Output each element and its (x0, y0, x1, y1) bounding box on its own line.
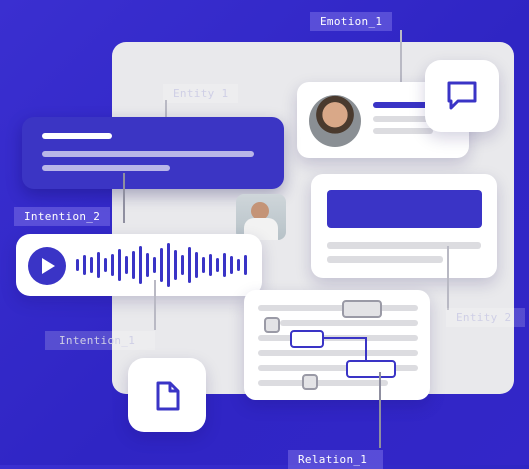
tag-intention-2: Intention_2 (14, 207, 111, 226)
relation-node-target[interactable] (346, 360, 396, 378)
relation-card[interactable] (244, 290, 430, 400)
content-line-1 (327, 242, 481, 249)
audio-card[interactable] (16, 234, 262, 296)
entity-2-connector (447, 246, 449, 310)
intention-2-connector (123, 173, 125, 223)
tag-entity-1: Entity 1 (163, 84, 239, 103)
document-card[interactable] (128, 358, 206, 432)
relation-node-source[interactable] (290, 330, 324, 348)
intention-1-connector (154, 280, 156, 330)
tag-intention-1: Intention_1 (45, 331, 156, 350)
content-card-block (327, 190, 482, 228)
dark-card-line-1 (42, 151, 254, 157)
tag-emotion-1: Emotion_1 (310, 12, 393, 31)
tag-relation-1: Relation_1 (288, 450, 384, 469)
content-card[interactable] (311, 174, 497, 278)
profile-line-2 (373, 128, 433, 134)
document-icon (156, 381, 180, 411)
relation-node-top[interactable] (342, 300, 382, 318)
dark-card-title (42, 133, 112, 139)
dark-card-line-2 (42, 165, 170, 171)
audio-waveform (74, 234, 254, 296)
relation-line-2 (280, 320, 418, 326)
content-line-2 (327, 256, 443, 263)
chat-bubble-icon (447, 81, 477, 110)
relation-node-small-1[interactable] (264, 317, 280, 333)
text-card-dark[interactable] (22, 117, 284, 189)
avatar-man (309, 95, 361, 147)
play-icon (42, 258, 55, 274)
relation-node-small-2[interactable] (302, 374, 318, 390)
play-button[interactable] (28, 247, 66, 285)
relation-line-1 (258, 305, 418, 311)
profile-name-bar (373, 102, 429, 108)
relation-line-6 (258, 380, 388, 386)
relation-connector (379, 372, 381, 448)
chat-card[interactable] (425, 60, 499, 132)
tag-entity-2: Entity 2 (446, 308, 526, 327)
